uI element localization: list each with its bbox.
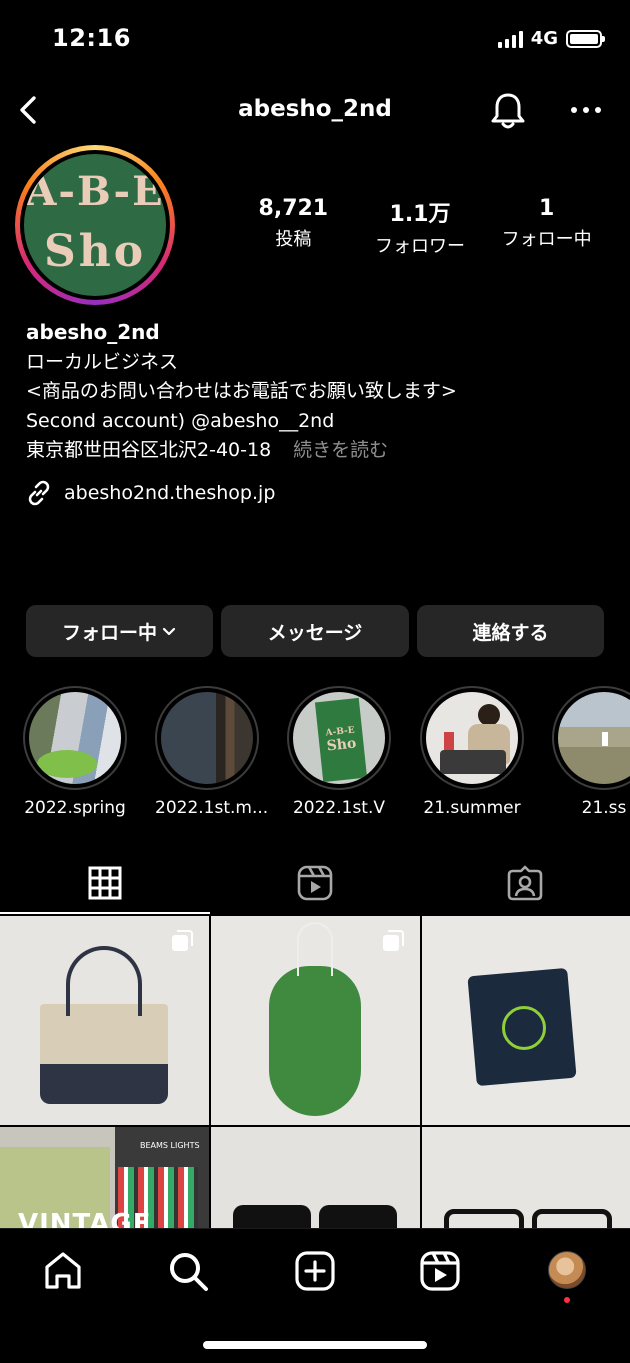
profile-header: abesho_2nd xyxy=(0,82,630,140)
multiple-posts-icon xyxy=(383,930,404,951)
link-icon xyxy=(28,480,50,506)
highlight-thumbnail: A-B-E Sho xyxy=(293,692,385,784)
profile-name: abesho_2nd xyxy=(26,320,160,344)
profile-category: ローカルビジネス xyxy=(26,350,179,373)
highlight-label: 21.ss xyxy=(581,798,627,818)
profile-nav-avatar[interactable] xyxy=(548,1251,586,1289)
highlight-thumbnail xyxy=(426,692,518,784)
highlight-thumbnail xyxy=(558,692,630,784)
notification-dot xyxy=(564,1297,570,1303)
status-bar: 12:16 4G xyxy=(0,0,630,80)
home-indicator[interactable] xyxy=(203,1341,427,1349)
stat-followers[interactable]: 1.1万 フォロワー xyxy=(357,196,484,258)
bell-icon[interactable] xyxy=(488,90,528,132)
chevron-down-icon xyxy=(162,627,176,636)
tab-reels[interactable] xyxy=(210,852,420,914)
post-tile[interactable] xyxy=(422,916,630,1125)
profile-avatar[interactable]: A-B-E Sho xyxy=(15,145,175,305)
profile-actions: フォロー中 メッセージ 連絡する xyxy=(26,605,604,657)
profile-tabs xyxy=(0,852,630,914)
stat-label: フォロー中 xyxy=(501,229,592,250)
following-button[interactable]: フォロー中 xyxy=(26,605,213,657)
status-time: 12:16 xyxy=(52,24,131,52)
message-button-label: メッセージ xyxy=(267,621,363,644)
create-post-icon[interactable] xyxy=(293,1249,337,1293)
tab-tagged[interactable] xyxy=(420,852,630,914)
post-sign-text: BEAMS LIGHTS xyxy=(140,1141,200,1150)
network-type: 4G xyxy=(530,28,558,49)
website-link[interactable]: abesho2nd.theshop.jp xyxy=(24,478,275,508)
highlight-label: 2022.spring xyxy=(24,798,126,818)
read-more-link[interactable]: 続きを読む xyxy=(293,439,388,461)
avatar-logo-text-top: A-B-E xyxy=(25,168,165,215)
search-icon[interactable] xyxy=(166,1249,210,1293)
stat-value: 8,721 xyxy=(258,196,329,221)
highlight-label: 21.summer xyxy=(423,798,521,818)
bio-line: Second account) @abesho__2nd xyxy=(26,409,335,432)
highlight-book-text-bottom: Sho xyxy=(325,735,358,755)
avatar-logo-image: A-B-E Sho xyxy=(24,154,166,296)
avatar-logo-text-bottom: Sho xyxy=(43,226,147,277)
battery-icon xyxy=(566,29,605,48)
highlight-label: 2022.1st.V xyxy=(292,798,386,818)
stat-label: フォロワー xyxy=(375,236,465,257)
story-highlights: 2022.spring 2022.1st.m... A-B-E Sho 2022… xyxy=(0,686,630,826)
website-url: abesho2nd.theshop.jp xyxy=(64,482,276,504)
status-indicators: 4G xyxy=(497,28,605,49)
highlight-label: 2022.1st.m... xyxy=(155,798,269,818)
contact-button-label: 連絡する xyxy=(472,621,549,644)
multiple-posts-icon xyxy=(172,930,193,951)
post-tile[interactable] xyxy=(0,916,209,1125)
highlight-item[interactable]: 2022.spring xyxy=(23,686,127,818)
stat-value: 1.1万 xyxy=(389,202,451,227)
more-options-icon[interactable] xyxy=(566,92,606,128)
bio-line: <商品のお問い合わせはお電話でお願い致します> xyxy=(26,380,457,402)
active-tab-indicator xyxy=(0,912,210,914)
reels-icon xyxy=(297,865,333,901)
profile-bio: abesho_2nd ローカルビジネス <商品のお問い合わせはお電話でお願い致し… xyxy=(26,318,616,466)
profile-stats: 8,721 投稿 1.1万 フォロワー 1 フォロー中 xyxy=(230,196,610,258)
bio-address-row: 東京都世田谷区北沢2-40-18 続きを読む xyxy=(26,436,616,466)
stat-following[interactable]: 1 フォロー中 xyxy=(483,196,610,258)
message-button[interactable]: メッセージ xyxy=(221,605,409,657)
highlight-thumbnail xyxy=(29,692,121,784)
reels-nav-icon[interactable] xyxy=(418,1249,462,1293)
header-username: abesho_2nd xyxy=(238,96,392,122)
highlight-thumbnail xyxy=(161,692,253,784)
grid-icon xyxy=(88,866,122,900)
home-icon[interactable] xyxy=(41,1249,85,1293)
bio-address: 東京都世田谷区北沢2-40-18 xyxy=(26,439,272,461)
highlight-item[interactable]: 2022.1st.m... xyxy=(155,686,269,818)
signal-icon xyxy=(497,30,523,48)
tab-posts-grid[interactable] xyxy=(0,852,210,914)
contact-button[interactable]: 連絡する xyxy=(417,605,604,657)
tagged-icon xyxy=(507,865,543,901)
highlight-item[interactable]: 21.summer xyxy=(420,686,524,818)
stat-value: 1 xyxy=(539,196,555,221)
stat-label: 投稿 xyxy=(275,229,312,250)
post-tile[interactable] xyxy=(211,916,420,1125)
stat-posts[interactable]: 8,721 投稿 xyxy=(230,196,357,258)
highlight-item[interactable]: 21.ss xyxy=(552,686,630,818)
following-button-label: フォロー中 xyxy=(61,621,157,644)
highlight-item[interactable]: A-B-E Sho 2022.1st.V xyxy=(287,686,391,818)
